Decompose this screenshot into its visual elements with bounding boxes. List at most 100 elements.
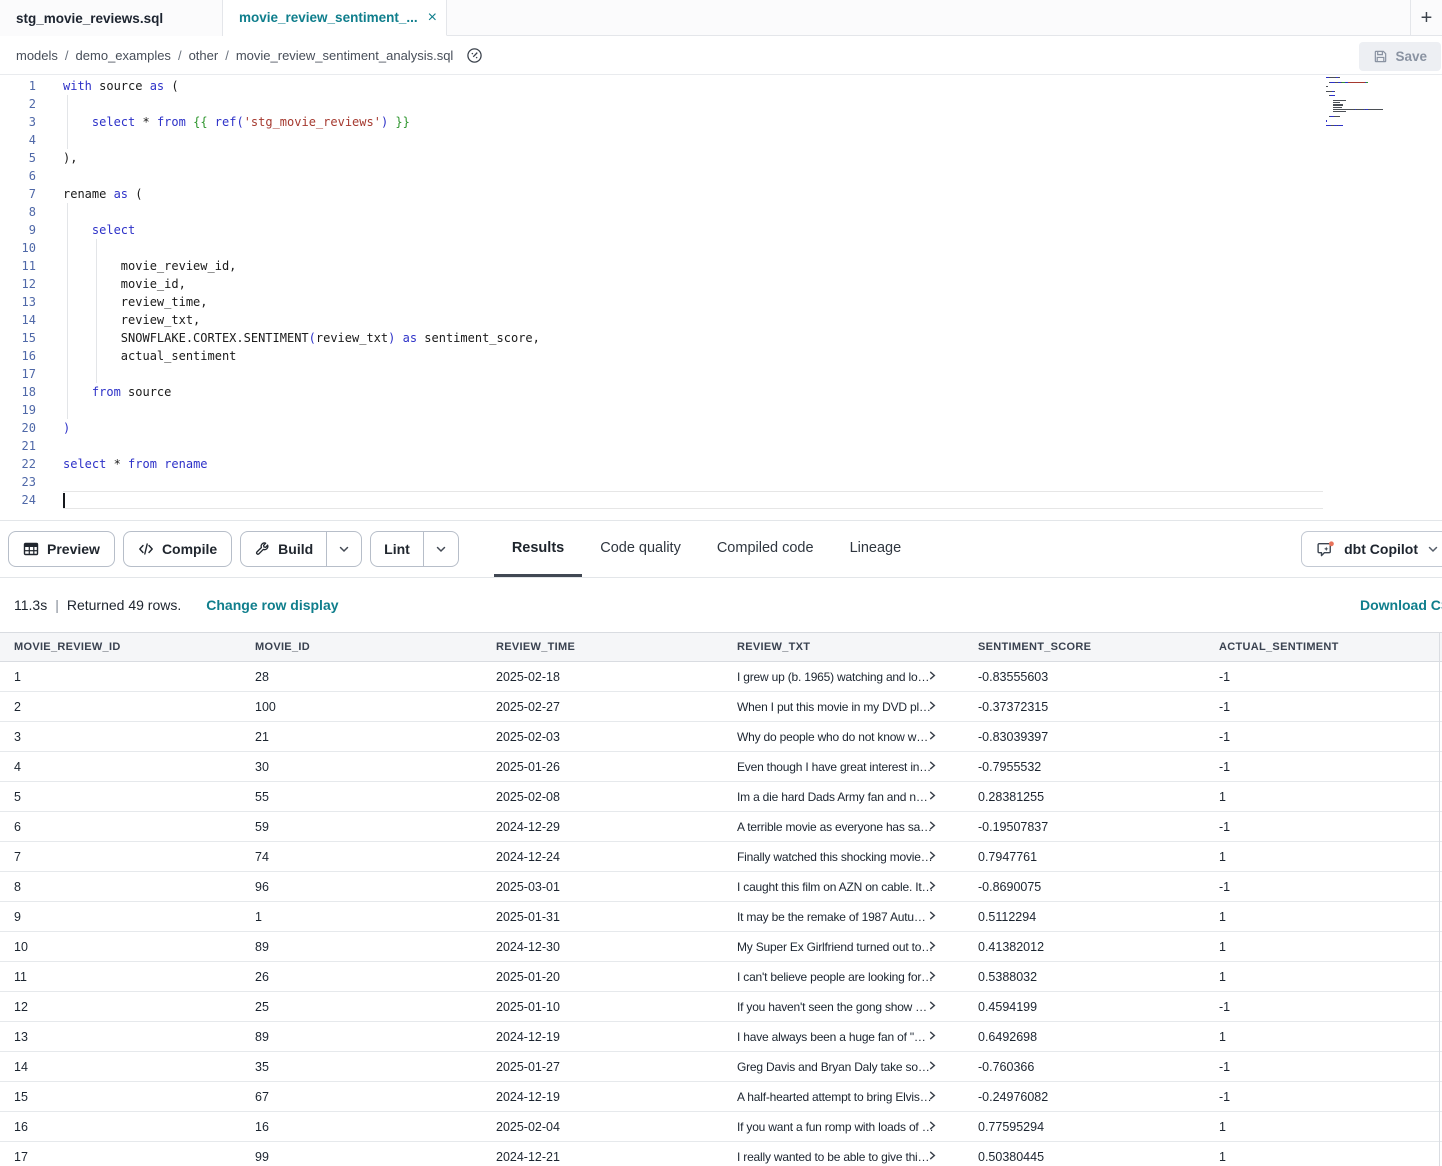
line-number: 12 — [0, 275, 36, 293]
expand-cell-button[interactable] — [927, 1030, 938, 1044]
expand-cell-button[interactable] — [927, 910, 938, 924]
table-row: 12252025-01-10If you haven't seen the go… — [0, 992, 1442, 1022]
review-text: I caught this film on AZN on cable. It s… — [737, 880, 934, 894]
expand-cell-button[interactable] — [927, 880, 938, 894]
build-dropdown-button[interactable] — [326, 532, 361, 566]
table-row: 17992024-12-21I really wanted to be able… — [0, 1142, 1442, 1166]
lint-button[interactable]: Lint — [371, 532, 423, 566]
cell-review-time: 2024-12-19 — [482, 1082, 723, 1111]
cell-movie-id: 89 — [241, 1022, 482, 1051]
cell-movie-id: 26 — [241, 962, 482, 991]
expand-cell-button[interactable] — [927, 1120, 938, 1134]
cell-review-time: 2025-01-20 — [482, 962, 723, 991]
line-number: 5 — [0, 149, 36, 167]
tab-results[interactable]: Results — [494, 521, 582, 577]
change-row-display-link[interactable]: Change row display — [206, 597, 338, 613]
lint-dropdown-button[interactable] — [423, 532, 458, 566]
expand-cell-icon — [927, 1150, 938, 1161]
expand-cell-button[interactable] — [927, 700, 938, 714]
expand-cell-button[interactable] — [927, 790, 938, 804]
breadcrumb-segment[interactable]: demo_examples — [76, 48, 171, 63]
expand-cell-button[interactable] — [927, 1000, 938, 1014]
build-split-button: Build — [240, 531, 362, 567]
chevron-down-icon — [435, 543, 447, 555]
expand-cell-button[interactable] — [927, 730, 938, 744]
review-text: Even though I have great interest in Bi… — [737, 760, 934, 774]
expand-cell-icon — [927, 1000, 938, 1011]
cell-actual-sentiment: -1 — [1205, 692, 1442, 721]
cell-movie-review-id: 16 — [0, 1112, 241, 1141]
review-text: I really wanted to be able to give this … — [737, 1150, 934, 1164]
minimap[interactable] — [1326, 77, 1438, 132]
line-number: 17 — [0, 365, 36, 383]
expand-cell-icon — [927, 940, 938, 951]
cell-actual-sentiment: -1 — [1205, 722, 1442, 751]
line-number: 6 — [0, 167, 36, 185]
expand-cell-button[interactable] — [927, 940, 938, 954]
review-text: If you haven't seen the gong show TV s… — [737, 1000, 934, 1014]
cell-review-time: 2024-12-29 — [482, 812, 723, 841]
line-number: 2 — [0, 95, 36, 113]
line-number: 20 — [0, 419, 36, 437]
expand-cell-icon — [927, 1030, 938, 1041]
wrench-icon — [254, 541, 270, 557]
expand-cell-button[interactable] — [927, 850, 938, 864]
cell-review-time: 2024-12-21 — [482, 1142, 723, 1166]
tab-compiled-code[interactable]: Compiled code — [699, 521, 832, 577]
model-health-icon[interactable] — [466, 47, 483, 64]
expand-cell-button[interactable] — [927, 970, 938, 984]
expand-cell-icon — [927, 820, 938, 831]
line-number: 7 — [0, 185, 36, 203]
cell-actual-sentiment: 1 — [1205, 842, 1442, 871]
expand-cell-icon — [927, 790, 938, 801]
cell-review-time: 2025-02-03 — [482, 722, 723, 751]
breadcrumb-segment[interactable]: other — [189, 48, 219, 63]
cell-actual-sentiment: 1 — [1205, 1142, 1442, 1166]
table-row: 912025-01-31It may be the remake of 1987… — [0, 902, 1442, 932]
cell-actual-sentiment: 1 — [1205, 962, 1442, 991]
results-table-body: 1282025-02-18I grew up (b. 1965) watchin… — [0, 662, 1442, 1166]
cell-movie-id: 100 — [241, 692, 482, 721]
expand-cell-button[interactable] — [927, 820, 938, 834]
cell-movie-id: 89 — [241, 932, 482, 961]
breadcrumb-segment[interactable]: models — [16, 48, 58, 63]
line-number: 23 — [0, 473, 36, 491]
cell-movie-review-id: 10 — [0, 932, 241, 961]
preview-button[interactable]: Preview — [8, 531, 115, 567]
save-icon — [1373, 49, 1388, 64]
expand-cell-icon — [927, 730, 938, 741]
download-csv-link[interactable]: Download CSV — [1360, 597, 1442, 613]
tab-stg-movie-reviews[interactable]: stg_movie_reviews.sql — [0, 0, 223, 36]
expand-cell-button[interactable] — [927, 1060, 938, 1074]
expand-cell-button[interactable] — [927, 760, 938, 774]
cell-movie-review-id: 1 — [0, 662, 241, 691]
compile-button[interactable]: Compile — [123, 531, 232, 567]
code-editor[interactable]: 1with source as (23 select * from {{ ref… — [0, 75, 1442, 520]
tab-lineage[interactable]: Lineage — [832, 521, 920, 577]
cell-sentiment-score: 0.50380445 — [964, 1142, 1205, 1166]
expand-cell-button[interactable] — [927, 1090, 938, 1104]
expand-cell-button[interactable] — [927, 670, 938, 684]
tab-code-quality[interactable]: Code quality — [582, 521, 699, 577]
column-header: ACTUAL_SENTIMENT — [1205, 633, 1442, 661]
cell-review-time: 2025-03-01 — [482, 872, 723, 901]
cell-review-time: 2025-02-04 — [482, 1112, 723, 1141]
cell-review-txt: Why do people who do not know what… — [723, 722, 964, 751]
table-row: 10892024-12-30My Super Ex Girlfriend tur… — [0, 932, 1442, 962]
cell-movie-review-id: 6 — [0, 812, 241, 841]
cell-sentiment-score: -0.7955532 — [964, 752, 1205, 781]
expand-cell-button[interactable] — [927, 1150, 938, 1164]
cell-movie-review-id: 8 — [0, 872, 241, 901]
close-icon[interactable]: × — [428, 9, 437, 27]
cell-sentiment-score: -0.24976082 — [964, 1082, 1205, 1111]
expand-cell-icon — [927, 760, 938, 771]
save-button[interactable]: Save — [1359, 42, 1441, 71]
cell-review-txt: When I put this movie in my DVD playe… — [723, 692, 964, 721]
build-button[interactable]: Build — [241, 532, 326, 566]
review-text: Why do people who do not know what… — [737, 730, 934, 744]
expand-cell-icon — [927, 1090, 938, 1101]
dbt-copilot-button[interactable]: dbt Copilot — [1301, 531, 1442, 567]
tab-movie-review-sentiment[interactable]: movie_review_sentiment_... × — [223, 0, 447, 36]
new-tab-button[interactable]: + — [1410, 0, 1442, 36]
expand-cell-icon — [927, 850, 938, 861]
